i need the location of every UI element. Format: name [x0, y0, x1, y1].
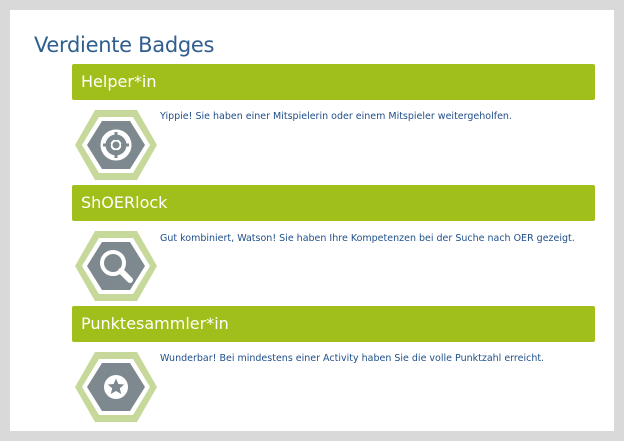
badge-header-shoerlock: ShOERlock: [72, 185, 595, 221]
badge-description-helper: Yippie! Sie haben einer Mitspielerin ode…: [160, 111, 512, 122]
lifebuoy-icon: [75, 110, 157, 180]
badges-panel: Verdiente Badges Helper*in Yippie! Sie h…: [10, 10, 614, 431]
badge-header-helper: Helper*in: [72, 64, 595, 100]
magnifier-icon: [75, 231, 157, 301]
badge-description-shoerlock: Gut kombiniert, Watson! Sie haben Ihre K…: [160, 233, 575, 244]
badge-description-punktesammler: Wunderbar! Bei mindestens einer Activity…: [160, 353, 545, 364]
star-icon: [75, 352, 157, 422]
page-title: Verdiente Badges: [34, 33, 215, 57]
badge-header-punktesammler: Punktesammler*in: [72, 306, 595, 342]
